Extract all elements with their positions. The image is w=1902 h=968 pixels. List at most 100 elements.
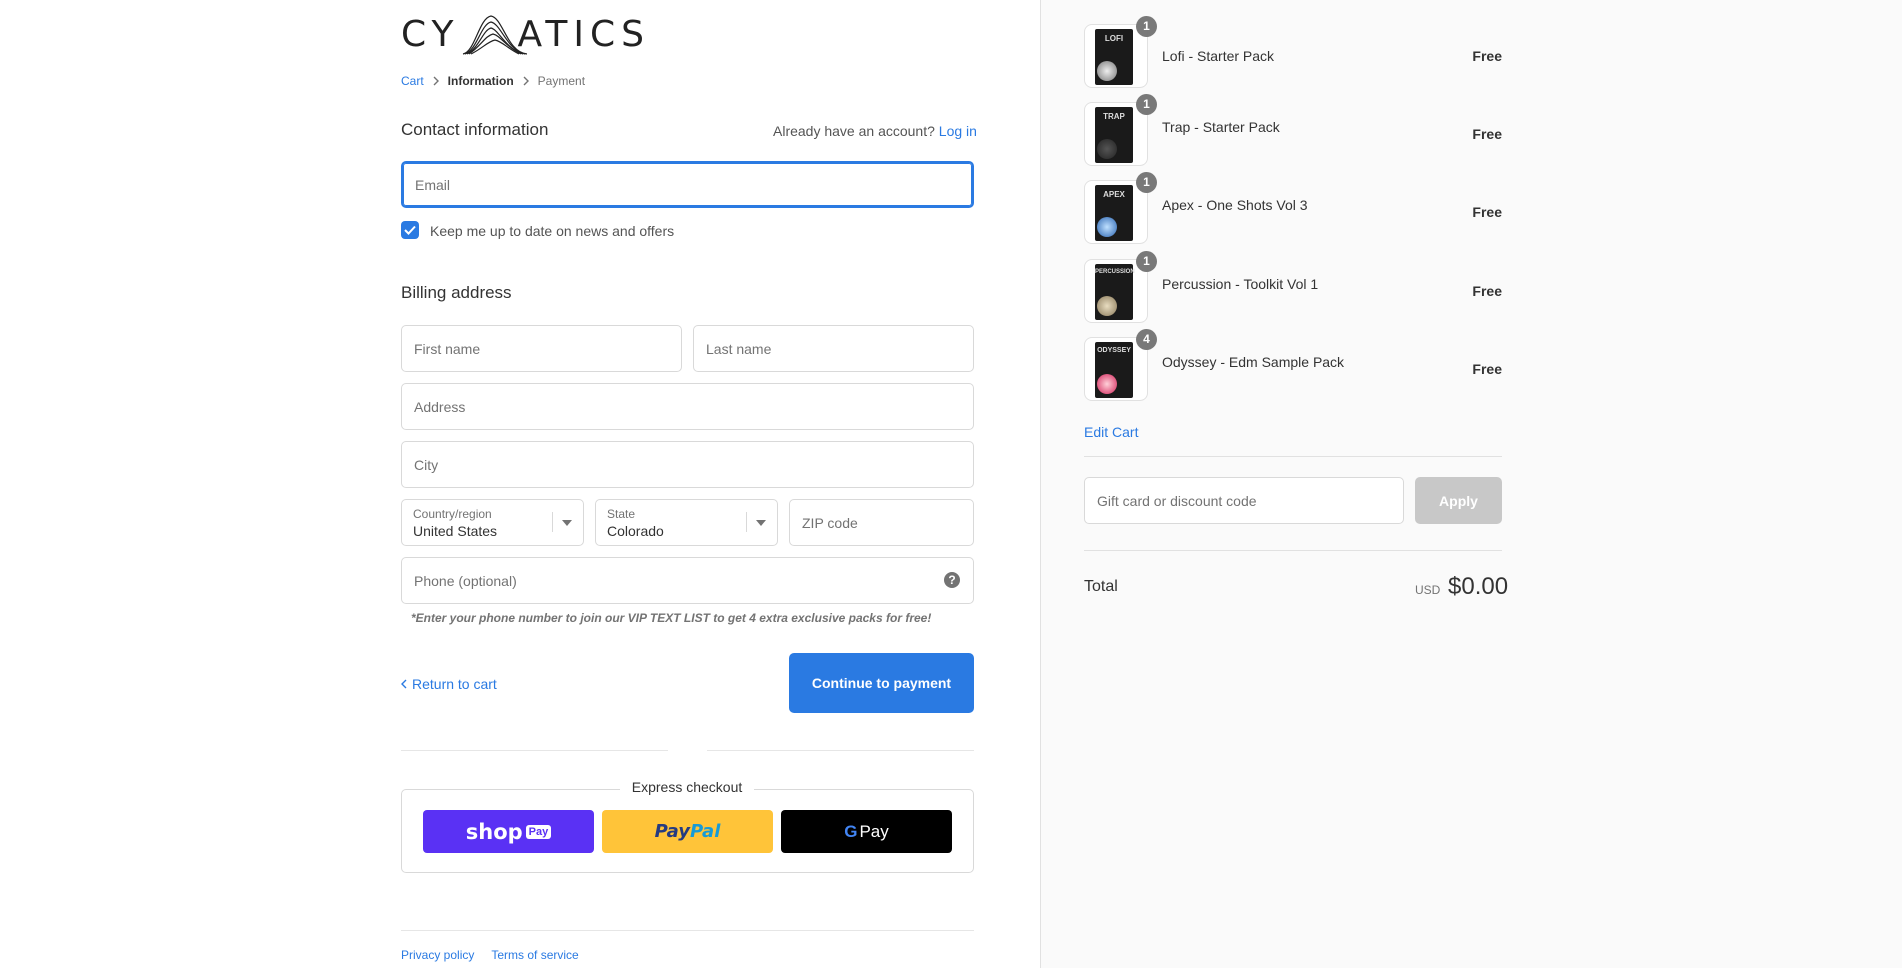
phone-input[interactable] <box>402 558 973 603</box>
total-currency: USD <box>1415 583 1441 597</box>
discount-code-input[interactable] <box>1085 478 1403 523</box>
item-price: Free <box>1472 283 1502 299</box>
breadcrumb-information: Information <box>447 74 514 88</box>
quantity-badge: 1 <box>1136 16 1157 37</box>
email-field[interactable] <box>401 161 974 208</box>
express-checkout-label: Express checkout <box>620 779 754 795</box>
shop-pay-pill: Pay <box>525 824 552 839</box>
state-label: State <box>607 507 636 521</box>
item-price: Free <box>1472 48 1502 64</box>
email-input[interactable] <box>403 163 972 206</box>
item-price: Free <box>1472 204 1502 220</box>
zip-field[interactable] <box>789 499 974 546</box>
quantity-badge: 4 <box>1136 329 1157 350</box>
help-icon[interactable]: ? <box>944 572 960 588</box>
terms-of-service-link[interactable]: Terms of service <box>491 948 578 962</box>
first-name-input[interactable] <box>402 326 681 371</box>
sidebar-divider <box>1084 456 1502 457</box>
paypal-text-1: Pay <box>654 821 690 842</box>
chevron-right-icon <box>433 76 439 86</box>
logo-text-left: CY <box>401 14 460 55</box>
checkout-main: CY ATICS Cart Information Payment Contac… <box>0 0 1040 968</box>
city-input[interactable] <box>402 442 973 487</box>
continue-to-payment-button[interactable]: Continue to payment <box>789 653 974 713</box>
shop-pay-text: shop <box>465 819 523 844</box>
chevron-left-icon <box>401 679 407 689</box>
paypal-text-2: Pal <box>690 821 721 842</box>
product-art-orb <box>1097 217 1117 237</box>
cart-item: PERCUSSION 1 Percussion - Toolkit Vol 1 … <box>1084 251 1502 323</box>
item-price: Free <box>1472 126 1502 142</box>
newsletter-label: Keep me up to date on news and offers <box>430 223 675 239</box>
chevron-right-icon <box>523 76 529 86</box>
sidebar-divider <box>1084 550 1502 551</box>
login-link[interactable]: Log in <box>939 123 977 139</box>
footer-links: Privacy policy Terms of service <box>401 948 579 962</box>
express-checkout-box: shop Pay Pay Pal G Pay <box>401 789 974 873</box>
breadcrumb-payment: Payment <box>537 74 586 88</box>
order-summary-sidebar: LOFI 1 Lofi - Starter Pack Free TRAP 1 T… <box>1040 0 1902 968</box>
quantity-badge: 1 <box>1136 251 1157 272</box>
select-divider <box>552 512 553 532</box>
item-name: Trap - Starter Pack <box>1162 119 1280 135</box>
privacy-policy-link[interactable]: Privacy policy <box>401 948 474 962</box>
total-value: $0.00 <box>1448 573 1509 600</box>
last-name-field[interactable] <box>693 325 974 372</box>
discount-code-field[interactable] <box>1084 477 1404 524</box>
contact-title: Contact information <box>401 120 549 139</box>
total-label: Total <box>1084 578 1118 595</box>
divider-left <box>401 750 668 751</box>
quantity-badge: 1 <box>1136 94 1157 115</box>
city-field[interactable] <box>401 441 974 488</box>
shop-pay-button[interactable]: shop Pay <box>423 810 594 853</box>
caret-down-icon <box>562 520 572 526</box>
cart-item: LOFI 1 Lofi - Starter Pack Free <box>1084 16 1502 88</box>
product-art-orb <box>1097 296 1117 316</box>
billing-title: Billing address <box>401 283 512 302</box>
product-art-orb <box>1097 61 1117 81</box>
cart-item: TRAP 1 Trap - Starter Pack Free <box>1084 94 1502 166</box>
breadcrumb-cart[interactable]: Cart <box>401 74 424 88</box>
return-to-cart-link[interactable]: Return to cart <box>401 676 497 692</box>
breadcrumb: Cart Information Payment <box>401 74 585 88</box>
newsletter-checkbox[interactable] <box>401 221 419 239</box>
waveform-icon <box>462 15 528 55</box>
cymatics-logo[interactable]: CY ATICS <box>401 12 677 58</box>
apply-button[interactable]: Apply <box>1415 477 1502 524</box>
first-name-field[interactable] <box>401 325 682 372</box>
item-price: Free <box>1472 361 1502 377</box>
state-value: Colorado <box>607 523 664 539</box>
item-name: Odyssey - Edm Sample Pack <box>1162 354 1345 370</box>
state-select[interactable]: State Colorado <box>595 499 778 546</box>
google-pay-text: Pay <box>859 821 889 841</box>
item-name: Apex - One Shots Vol 3 <box>1162 197 1308 213</box>
phone-field[interactable]: ? <box>401 557 974 604</box>
last-name-input[interactable] <box>694 326 973 371</box>
address-field[interactable] <box>401 383 974 430</box>
product-art-orb <box>1097 374 1117 394</box>
country-value: United States <box>413 523 498 539</box>
google-pay-button[interactable]: G Pay <box>781 810 952 853</box>
item-name: Percussion - Toolkit Vol 1 <box>1162 276 1319 292</box>
cart-item: ODYSSEY 4 Odyssey - Edm Sample Pack Free <box>1084 329 1502 401</box>
select-divider <box>746 512 747 532</box>
google-g-icon: G <box>844 821 858 841</box>
product-art-orb <box>1097 139 1117 159</box>
logo-text-right: ATICS <box>517 14 650 55</box>
footer-divider <box>401 930 974 931</box>
country-select[interactable]: Country/region United States <box>401 499 584 546</box>
phone-note: *Enter your phone number to join our VIP… <box>411 611 932 625</box>
account-prompt: Already have an account? Log in <box>773 123 977 139</box>
return-label: Return to cart <box>412 676 497 692</box>
zip-input[interactable] <box>790 500 973 545</box>
country-label: Country/region <box>413 507 492 521</box>
paypal-button[interactable]: Pay Pal <box>602 810 773 853</box>
quantity-badge: 1 <box>1136 172 1157 193</box>
cart-item: APEX 1 Apex - One Shots Vol 3 Free <box>1084 172 1502 244</box>
item-name: Lofi - Starter Pack <box>1162 48 1275 64</box>
account-prompt-text: Already have an account? <box>773 123 935 139</box>
address-input[interactable] <box>402 384 973 429</box>
divider-right <box>707 750 974 751</box>
checkmark-icon <box>404 225 416 235</box>
edit-cart-link[interactable]: Edit Cart <box>1084 424 1138 440</box>
